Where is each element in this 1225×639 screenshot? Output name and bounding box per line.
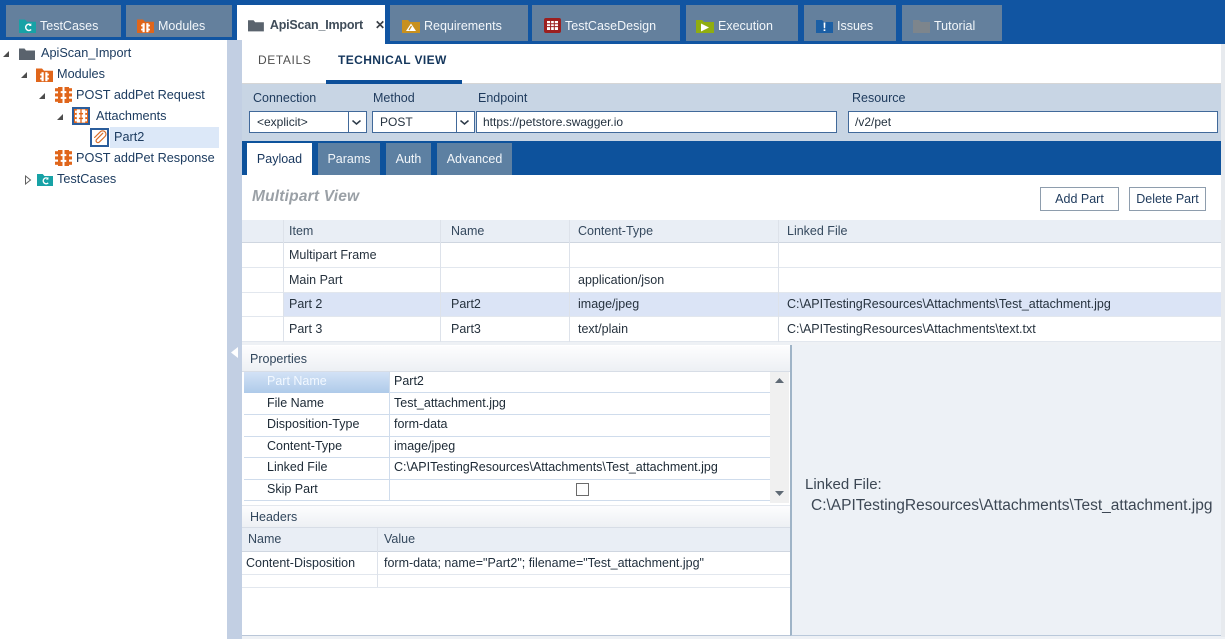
svg-text:!: ! xyxy=(823,20,827,33)
